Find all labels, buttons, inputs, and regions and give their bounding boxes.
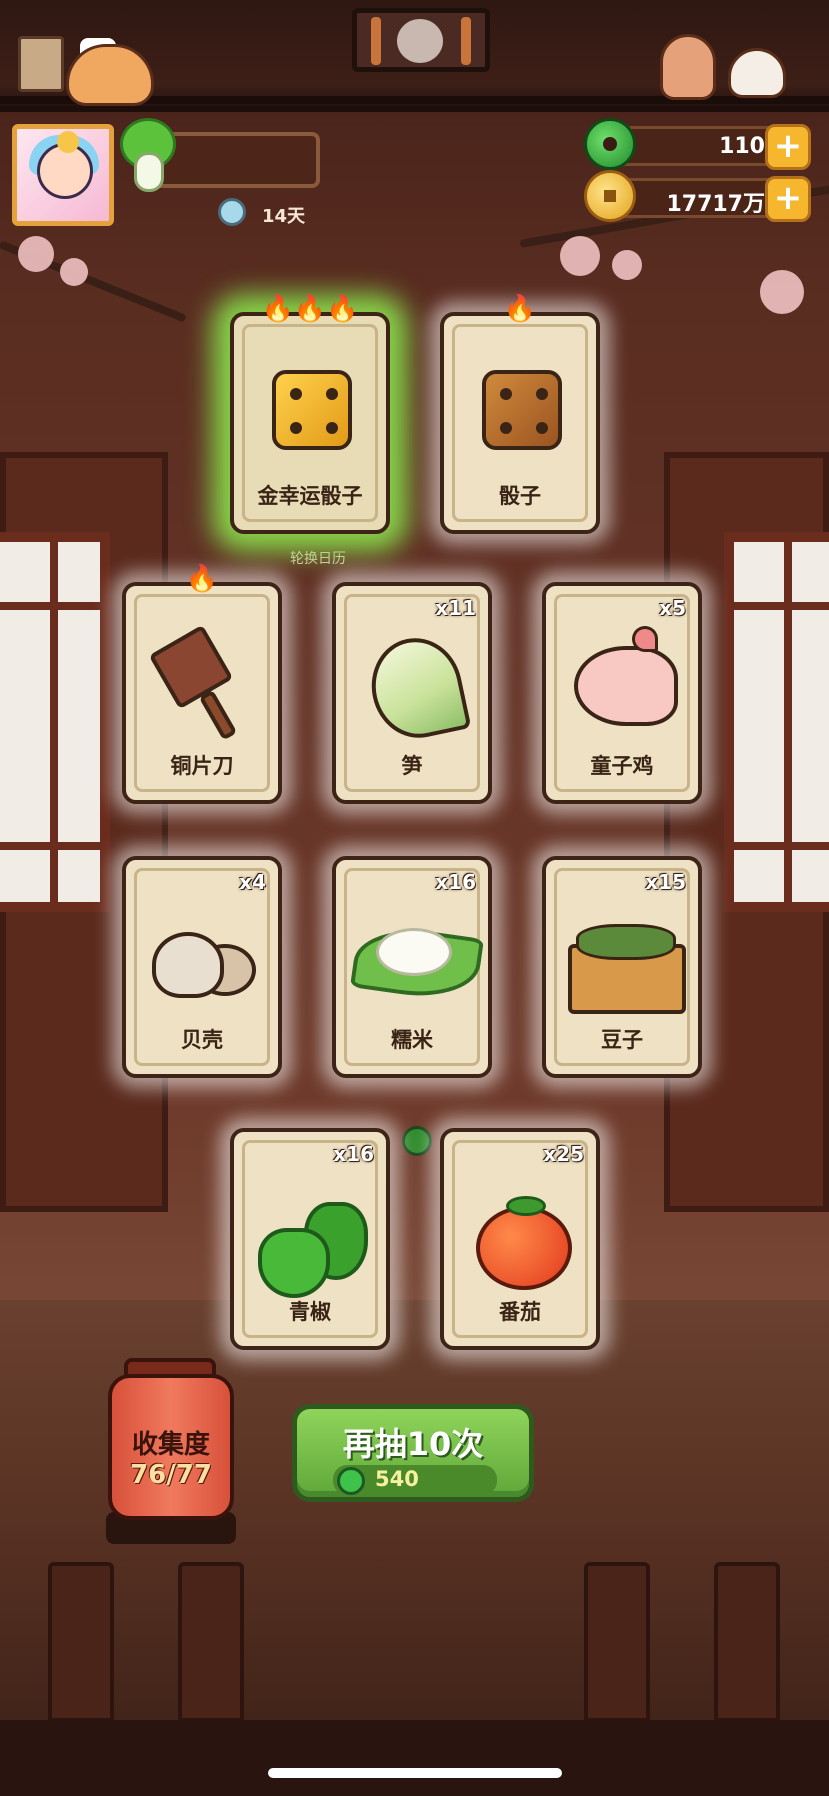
rice-icon — [376, 928, 452, 976]
card-name: 笋 — [401, 754, 423, 778]
fire-icon: 🔥🔥🔥 — [261, 294, 359, 324]
days-counter: 14天 — [262, 206, 306, 227]
jade-icon — [584, 118, 636, 170]
dice-icon — [482, 370, 562, 450]
bottom-bar — [0, 1720, 829, 1796]
card-name: 贝壳 — [181, 1028, 223, 1052]
top-shelf: ··· — [0, 0, 829, 112]
reward-card-gold-lucky-dice[interactable]: 🔥🔥🔥 金幸运骰子 — [230, 294, 390, 534]
dice-pip — [326, 388, 338, 400]
player-avatar[interactable] — [12, 124, 114, 226]
reward-card-dice[interactable]: 🔥 骰子 — [440, 294, 600, 534]
blossom — [18, 236, 54, 272]
card-count: x16 — [333, 1142, 374, 1166]
lattice-bar — [734, 602, 829, 610]
cabbage-icon — [116, 118, 180, 196]
dice-pip — [536, 422, 548, 434]
card-name: 番茄 — [499, 1300, 541, 1324]
dice-pip — [326, 422, 338, 434]
boy-figure-icon — [660, 34, 716, 100]
reward-card-bamboo-shoot[interactable]: x11 笋 — [332, 582, 492, 804]
coin-currency-bar: 17717万 + — [608, 176, 811, 222]
blossom — [560, 236, 600, 276]
tomato-icon — [476, 1206, 572, 1290]
draw-again-button[interactable]: 再抽10次 540 — [292, 1404, 534, 1502]
home-indicator[interactable] — [268, 1768, 562, 1778]
lattice-bar — [50, 542, 58, 902]
gold-dice-icon — [272, 370, 352, 450]
card-count: x4 — [239, 870, 266, 894]
dice-pip — [500, 388, 512, 400]
jade-currency-bar: 110 + — [608, 124, 811, 170]
chicken-icon — [574, 646, 678, 726]
green-pepper-icon — [258, 1228, 330, 1298]
add-jade-button[interactable]: + — [765, 124, 811, 170]
dice-pip — [290, 388, 302, 400]
collection-progress: 76/77 — [130, 1460, 212, 1490]
card-name: 糯米 — [391, 1028, 433, 1052]
reward-card-beans[interactable]: x15 豆子 — [542, 856, 702, 1078]
card-name: 豆子 — [601, 1028, 643, 1052]
cabbage-stem — [134, 152, 164, 192]
tomato-leaf-icon — [506, 1196, 546, 1216]
collection-lantern[interactable]: 收集度 76/77 — [108, 1374, 234, 1520]
card-name: 铜片刀 — [170, 754, 234, 778]
beans-icon — [576, 924, 676, 960]
blossom — [760, 270, 804, 314]
bulletin-board-icon[interactable] — [18, 36, 64, 92]
card-name: 青椒 — [289, 1300, 331, 1324]
card-count: x25 — [543, 1142, 584, 1166]
card-count: x16 — [435, 870, 476, 894]
dice-pip — [500, 422, 512, 434]
fence-post — [714, 1562, 780, 1722]
chicken-comb-icon — [632, 626, 658, 652]
scroll-roll-left — [371, 17, 381, 65]
left-lattice-window — [0, 532, 110, 912]
card-name: 童子鸡 — [590, 754, 654, 778]
shell-icon — [152, 932, 224, 998]
fire-icon: 🔥 — [185, 564, 219, 594]
reward-card-green-pepper[interactable]: x16 青椒 — [230, 1128, 390, 1350]
coin-amount: 17717万 — [666, 192, 765, 217]
reward-card-copper-cleaver[interactable]: 🔥 铜片刀 — [122, 564, 282, 804]
portrait-scroll[interactable] — [352, 8, 490, 72]
raccoon-portrait-icon — [397, 19, 443, 63]
add-coin-button[interactable]: + — [765, 176, 811, 222]
reward-card-shell[interactable]: x4 贝壳 — [122, 856, 282, 1078]
collection-title: 收集度 — [131, 1430, 210, 1460]
blossom — [60, 258, 88, 286]
card-name: 骰子 — [499, 484, 541, 508]
lattice-bar — [734, 842, 829, 850]
reward-card-tomato[interactable]: x25 番茄 — [440, 1128, 600, 1350]
scroll-roll-right — [461, 17, 471, 65]
card-name: 金幸运骰子 — [257, 484, 363, 508]
right-lattice-window — [724, 532, 829, 912]
game-scene: ··· 14天 110 + 17717万 + — [0, 0, 829, 1796]
orange-cat-icon — [66, 44, 154, 106]
lattice-bar — [784, 542, 792, 902]
dice-pip — [290, 422, 302, 434]
jade-ornament-icon — [402, 1126, 432, 1156]
white-cat-icon — [728, 48, 786, 98]
card-count: x15 — [645, 870, 686, 894]
rotation-calendar-label: 轮换日历 — [290, 551, 346, 567]
draw-again-label: 再抽10次 — [342, 1425, 484, 1463]
avatar-bow — [57, 131, 79, 153]
jade-cost-icon — [337, 1467, 365, 1495]
fence-post — [48, 1562, 114, 1722]
reward-card-young-chicken[interactable]: x5 童子鸡 — [542, 582, 702, 804]
coin-icon — [584, 170, 636, 222]
card-count: x11 — [435, 596, 476, 620]
card-count: x5 — [659, 596, 686, 620]
fence-post — [178, 1562, 244, 1722]
fire-icon: 🔥 — [503, 294, 537, 324]
fence-post — [584, 1562, 650, 1722]
reward-card-glutinous-rice[interactable]: x16 糯米 — [332, 856, 492, 1078]
dice-pip — [536, 388, 548, 400]
calendar-icon — [218, 198, 246, 226]
blossom — [612, 250, 642, 280]
jade-amount: 110 — [719, 134, 765, 159]
draw-cost: 540 — [375, 1467, 419, 1491]
